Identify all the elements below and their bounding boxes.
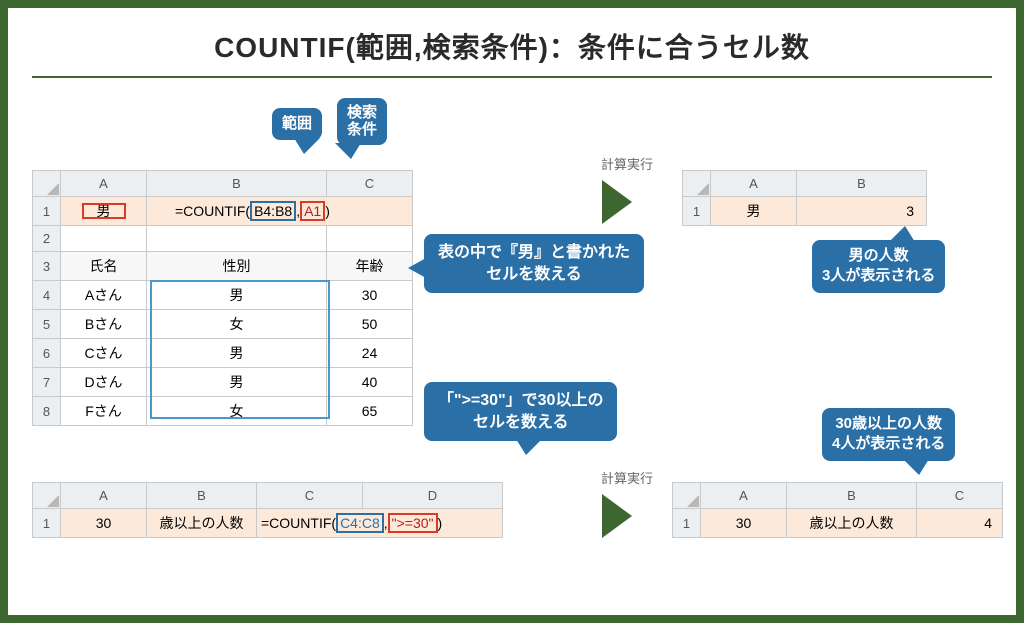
sheet-result-1: A B 1 男 3 [682,170,927,226]
sheet-corner [683,171,711,197]
select-all-icon [687,495,699,507]
sheet-corner [33,171,61,197]
select-all-icon [47,183,59,195]
result-cell: 3 [797,197,927,226]
callout-count-male: 表の中で『男』と書かれた セルを数える [424,234,644,293]
callout-count-over30: 「">=30"」で30以上の セルを数える [424,382,617,441]
table-row: 6 Cさん 男 24 [33,339,413,368]
arrow-right-icon [602,180,632,224]
table-row: 8 Fさん 女 65 [33,397,413,426]
callout-male-count: 男の人数 3人が表示される [812,240,945,293]
table-row: A B [683,171,927,197]
select-all-icon [47,495,59,507]
content-area: 範囲 検索 条件 A B C 1 男 =COUNTIF(B4:B8,A1) 2 [32,102,992,602]
sheet-corner [673,483,701,509]
table-row: 3 氏名 性別 年齢 [33,252,413,281]
label-criteria-line1: 検索 [347,104,377,121]
table-row: 1 30 歳以上の人数 =COUNTIF(C4:C8,">=30") [33,509,503,538]
select-all-icon [697,183,709,195]
arrow-right-icon [602,494,632,538]
formula-cell: =COUNTIF(B4:B8,A1) [147,197,413,226]
table-row: 7 Dさん 男 40 [33,368,413,397]
table-row: 4 Aさん 男 30 [33,281,413,310]
col-header: B [147,171,327,197]
label-range: 範囲 [272,108,322,140]
callout-over30-count: 30歳以上の人数 4人が表示される [822,408,955,461]
sheet-main: A B C 1 男 =COUNTIF(B4:B8,A1) 2 3 氏名 性別 年… [32,170,413,426]
result-cell: 4 [917,509,1003,538]
sheet-corner [33,483,61,509]
calc-exec-label: 計算実行 [601,154,653,173]
label-criteria: 検索 条件 [337,98,387,145]
table-row: 5 Bさん 女 50 [33,310,413,339]
label-criteria-line2: 条件 [347,121,377,138]
table-row: A B C [673,483,1003,509]
calc-exec-label: 計算実行 [601,468,653,487]
label-range-text: 範囲 [282,115,312,132]
sheet-result-2: A B C 1 30 歳以上の人数 4 [672,482,1003,538]
table-row: 2 [33,226,413,252]
criteria-cell: 男 [81,202,127,220]
col-header: A [61,171,147,197]
table-row: 1 30 歳以上の人数 4 [673,509,1003,538]
slide-frame: COUNTIF(範囲,検索条件)：条件に合うセル数 範囲 検索 条件 A B C… [0,0,1024,623]
table-row: A B C D [33,483,503,509]
table-row: A B C [33,171,413,197]
col-header: C [327,171,413,197]
page-title: COUNTIF(範囲,検索条件)：条件に合うセル数 [32,26,992,78]
formula-cell-2: =COUNTIF(C4:C8,">=30") [257,509,503,538]
table-row: 1 男 =COUNTIF(B4:B8,A1) [33,197,413,226]
table-row: 1 男 3 [683,197,927,226]
sheet-formula-2: A B C D 1 30 歳以上の人数 =COUNTIF(C4:C8,">=30… [32,482,503,538]
